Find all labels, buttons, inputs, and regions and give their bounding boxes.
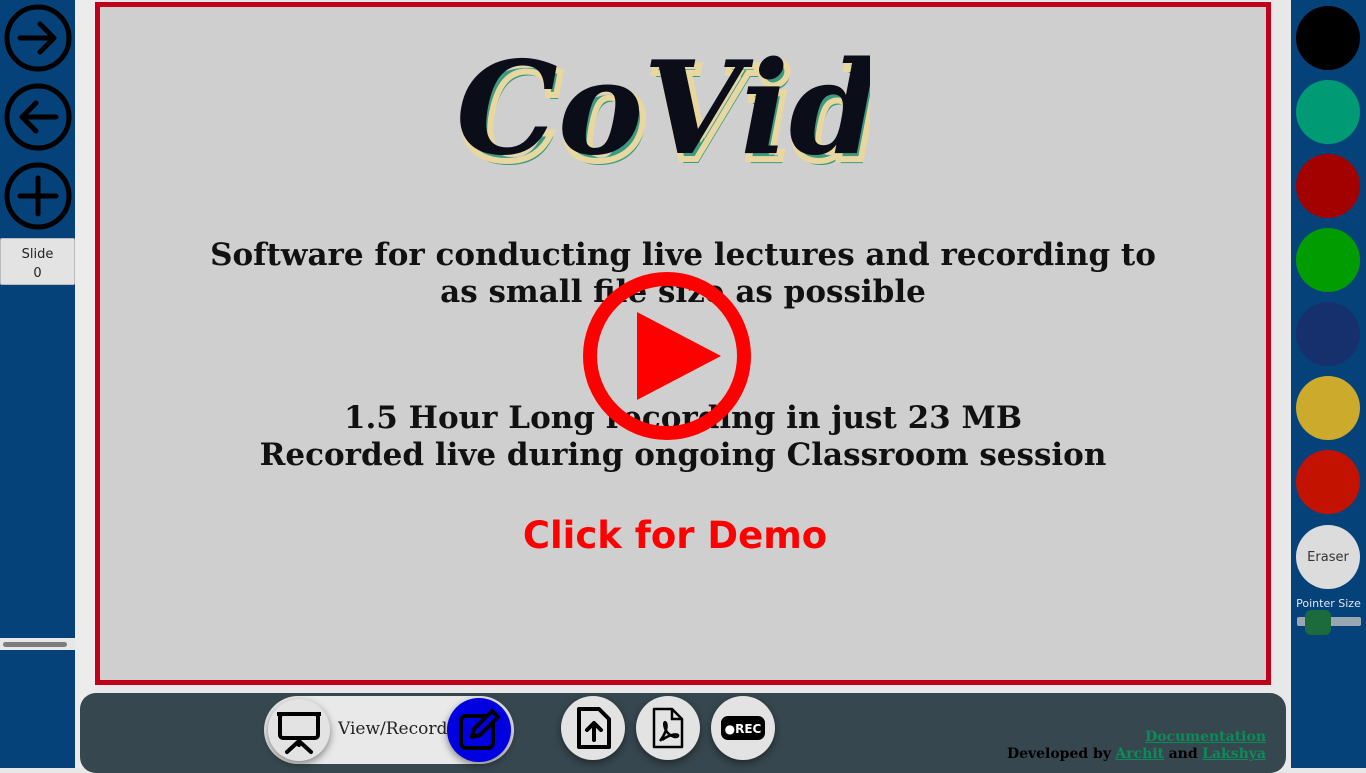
arrow-left-icon (4, 83, 72, 151)
presentation-icon (277, 712, 321, 754)
upload-button[interactable] (561, 696, 625, 760)
record-button[interactable]: ●REC (711, 696, 775, 760)
author-link-archit[interactable]: Archit (1115, 746, 1164, 762)
slide-canvas[interactable]: CoVid CoVid CoVid Software for conductin… (95, 2, 1271, 685)
slide-label: Slide (21, 247, 54, 262)
color-swatch-red[interactable] (1296, 450, 1360, 514)
pointer-size-slider-thumb[interactable] (1305, 610, 1331, 635)
color-swatch-green[interactable] (1296, 228, 1360, 292)
footer-credits: Documentation Developed by Archit and La… (1007, 729, 1266, 763)
add-slide-button[interactable] (4, 162, 72, 230)
pointer-size-label: Pointer Size (1296, 597, 1361, 610)
view-mode-button[interactable] (268, 699, 330, 761)
color-swatch-teal[interactable] (1296, 80, 1360, 144)
documentation-link[interactable]: Documentation (1145, 729, 1266, 745)
pdf-file-icon (652, 707, 684, 749)
scrollbar-thumb[interactable] (3, 642, 67, 647)
plus-icon (4, 162, 72, 230)
recording-context-text: Recorded live during ongoing Classroom s… (259, 437, 1107, 473)
next-slide-button[interactable] (4, 4, 72, 72)
canvas-gutter (75, 0, 95, 768)
eraser-label: Eraser (1307, 549, 1349, 565)
record-mode-button[interactable] (447, 698, 511, 762)
demo-link[interactable]: Click for Demo (100, 514, 1250, 557)
developed-by-text: Developed by (1006, 746, 1111, 762)
author-link-lakshya[interactable]: Lakshya (1202, 746, 1266, 762)
slide-number: 0 (33, 266, 42, 281)
covid-logo: CoVid CoVid CoVid (450, 23, 885, 194)
color-swatch-navy[interactable] (1296, 302, 1360, 366)
file-upload-icon (577, 707, 611, 749)
eraser-button[interactable]: Eraser (1296, 525, 1360, 589)
horizontal-scrollbar[interactable] (0, 638, 75, 650)
rec-label: ●REC (725, 722, 762, 736)
view-record-label: View/Record (338, 719, 448, 739)
pdf-button[interactable] (636, 696, 700, 760)
color-palette-sidebar: Eraser Pointer Size (1291, 0, 1366, 768)
slide-counter: Slide 0 (0, 238, 75, 285)
tagline-line-1: Software for conducting live lectures an… (210, 237, 1156, 273)
left-sidebar: Slide 0 (0, 0, 75, 768)
rec-icon: ●REC (721, 716, 765, 740)
and-text: and (1168, 746, 1198, 762)
color-swatch-gold[interactable] (1296, 376, 1360, 440)
color-swatch-dark-red[interactable] (1296, 154, 1360, 218)
edit-icon (459, 709, 500, 750)
color-swatch-black[interactable] (1296, 6, 1360, 70)
arrow-right-icon (4, 4, 72, 72)
covid-logo-image: CoVid CoVid CoVid (456, 34, 885, 194)
logo-text: CoVid (456, 34, 870, 184)
previous-slide-button[interactable] (4, 83, 72, 151)
play-icon[interactable] (581, 270, 753, 442)
